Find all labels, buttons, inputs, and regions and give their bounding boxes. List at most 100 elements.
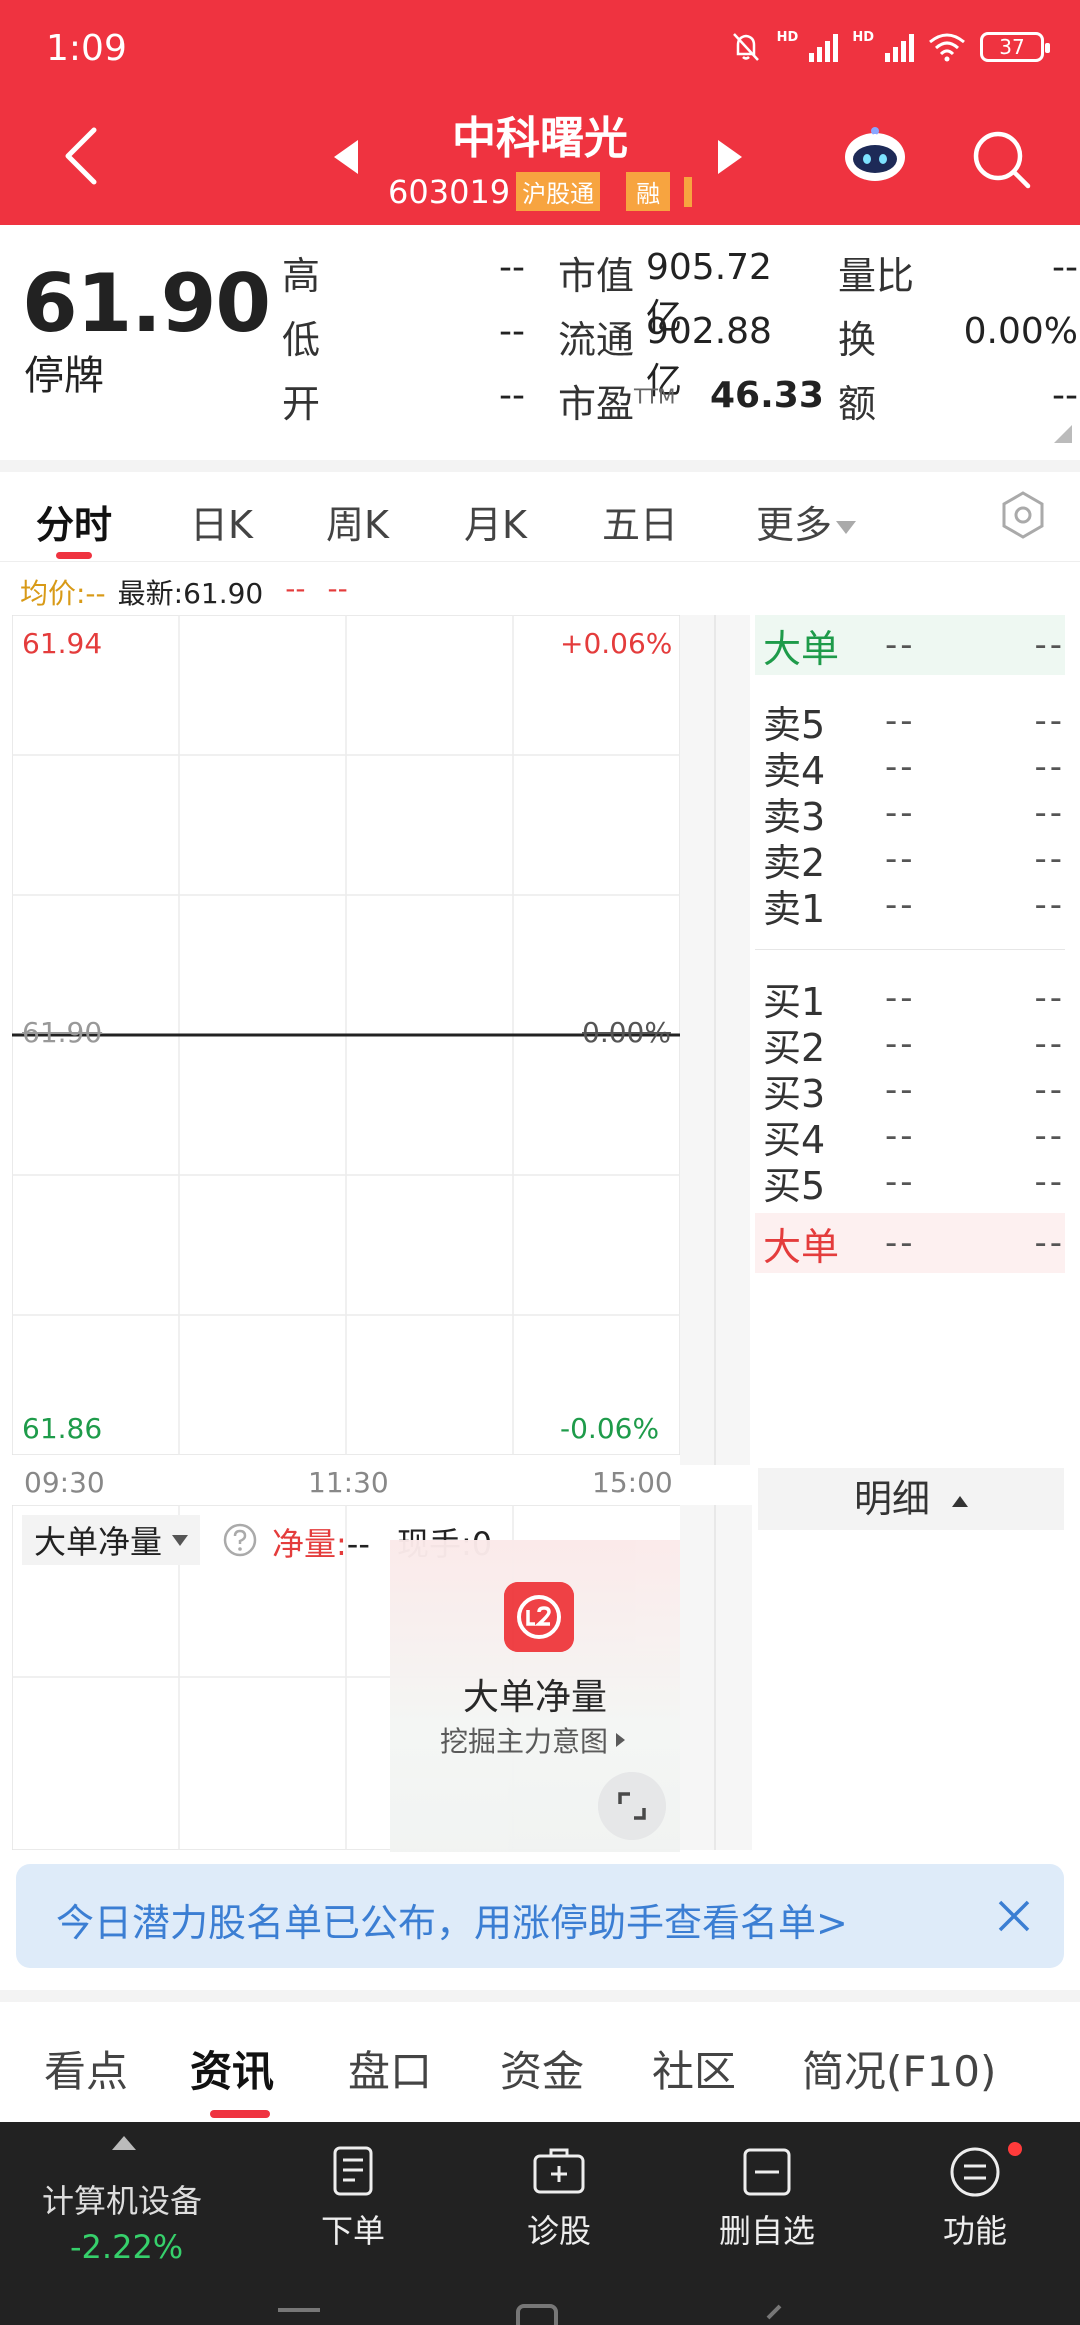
help-icon[interactable] xyxy=(222,1522,258,1558)
sector-name[interactable]: 计算机设备 xyxy=(42,2176,202,2222)
remove-watchlist-label: 删自选 xyxy=(718,2212,815,2250)
wifi-icon xyxy=(929,33,965,62)
pe-label-text: 市盈 xyxy=(558,382,635,426)
tab-community[interactable]: 社区 xyxy=(652,2038,736,2099)
indicator-selector[interactable]: 大单净量 xyxy=(22,1515,201,1565)
intraday-chart[interactable] xyxy=(12,615,680,1455)
sell-1-volume: -- xyxy=(1034,885,1065,925)
x-tick-close: 15:00 xyxy=(592,1466,673,1499)
quote-panel[interactable]: 61.90 停牌 高 -- 低 -- 开 -- 市值 905.72亿 流通 90… xyxy=(0,225,1080,460)
sell-5-price: -- xyxy=(885,701,916,741)
order-form-icon xyxy=(333,2146,373,2196)
trading-status: 停牌 xyxy=(24,353,104,399)
buy-1-volume: -- xyxy=(1034,978,1065,1018)
amount-label: 额 xyxy=(838,382,877,426)
buy-3-price: -- xyxy=(885,1070,916,1110)
status-time: 1:09 xyxy=(46,28,127,69)
menu-circle-icon xyxy=(950,2147,1000,2197)
expand-quote-icon[interactable] xyxy=(1054,425,1072,443)
tab-market-depth[interactable]: 盘口 xyxy=(348,2038,432,2099)
info-tabs: 看点 资讯 盘口 资金 社区 简况(F10) xyxy=(0,2002,1080,2122)
buy-1-price: -- xyxy=(885,978,916,1018)
order-label: 下单 xyxy=(320,2212,385,2250)
open-value: -- xyxy=(499,375,525,416)
robot-assistant-icon[interactable] xyxy=(842,126,908,184)
diagnose-button[interactable]: 诊股 xyxy=(494,2144,624,2252)
big-order-bottom-price: -- xyxy=(885,1223,916,1263)
tab-f10-profile[interactable]: 简况(F10) xyxy=(802,2038,996,2099)
y-tick-top: 61.94 xyxy=(22,627,103,660)
tab-monthly-k[interactable]: 月K xyxy=(464,494,527,549)
section-divider xyxy=(0,460,1080,472)
tab-weekly-k[interactable]: 周K xyxy=(326,494,389,549)
buy-3-volume: -- xyxy=(1034,1070,1065,1110)
promo-link-label: 挖掘主力意图 xyxy=(440,1725,609,1758)
high-value: -- xyxy=(499,247,525,288)
sell-1-label: 卖1 xyxy=(763,886,826,931)
change-value: -- xyxy=(285,572,306,605)
remove-watchlist-button[interactable]: 删自选 xyxy=(702,2144,832,2252)
tab-more-label: 更多 xyxy=(756,503,833,547)
buy-4-volume: -- xyxy=(1034,1116,1065,1156)
hgt-tag[interactable]: 沪股通 xyxy=(516,172,601,211)
last-price: 61.90 xyxy=(22,257,271,350)
search-icon[interactable] xyxy=(970,128,1032,190)
y-tick-mid: 61.90 xyxy=(22,1016,103,1049)
promo-link[interactable]: 挖掘主力意图 xyxy=(440,1720,626,1760)
big-order-price: -- xyxy=(885,625,916,665)
big-order-volume: -- xyxy=(1034,625,1065,665)
stock-code: 603019 xyxy=(388,172,511,211)
tab-daily-k[interactable]: 日K xyxy=(190,494,253,549)
turnover-value: 0.00% xyxy=(963,311,1078,352)
buy-4-price: -- xyxy=(885,1116,916,1156)
sell-4-volume: -- xyxy=(1034,747,1065,787)
pe-label: 市盈TTM xyxy=(558,373,675,428)
tab-more[interactable]: 更多 xyxy=(756,494,857,549)
pe-value: 46.33 xyxy=(710,375,824,416)
tab-fund-flow[interactable]: 资金 xyxy=(500,2038,584,2099)
tab-news[interactable]: 资讯 xyxy=(190,2038,274,2099)
average-price: 均价:-- xyxy=(20,577,106,610)
margin-tag[interactable]: 融 xyxy=(626,172,671,211)
y-pct-mid: 0.00% xyxy=(582,1016,671,1049)
buy-2-price: -- xyxy=(885,1024,916,1064)
market-cap-label: 市值 xyxy=(558,254,635,298)
big-order-bottom-label: 大单 xyxy=(763,1224,840,1269)
level2-promo-card[interactable]: 大单净量 挖掘主力意图 xyxy=(390,1540,680,1852)
change-percent: -- xyxy=(327,572,348,605)
stock-code-row: 603019 沪股通 融 xyxy=(388,172,693,211)
banner-text[interactable]: 今日潜力股名单已公布，用涨停助手查看名单> xyxy=(56,1892,848,1947)
tab-highlights[interactable]: 看点 xyxy=(44,2038,128,2099)
chevron-down-icon xyxy=(172,1534,189,1546)
next-stock-button[interactable] xyxy=(718,140,742,174)
float-cap-label: 流通 xyxy=(558,318,635,362)
system-nav-bar xyxy=(0,2290,1080,2325)
diagnose-kit-icon xyxy=(533,2148,585,2194)
sell-1-row: 卖1 -- -- xyxy=(755,875,1065,935)
trade-detail-button[interactable]: 明细 xyxy=(758,1468,1064,1530)
chevron-down-icon xyxy=(836,521,857,534)
promo-title: 大单净量 xyxy=(462,1677,607,1718)
sell-2-price: -- xyxy=(885,839,916,879)
notification-dot xyxy=(1008,2142,1022,2156)
sell-1-price: -- xyxy=(885,885,916,925)
hd-label: HD xyxy=(776,30,799,45)
functions-label: 功能 xyxy=(942,2212,1007,2250)
minus-square-icon xyxy=(743,2148,791,2196)
close-icon[interactable] xyxy=(996,1898,1032,1934)
big-order-bottom-volume: -- xyxy=(1034,1223,1065,1263)
tab-intraday[interactable]: 分时 xyxy=(36,494,112,549)
indicator-selector-label: 大单净量 xyxy=(34,1523,163,1561)
notice-banner[interactable]: 今日潜力股名单已公布，用涨停助手查看名单> xyxy=(16,1864,1064,1968)
settings-hexagon-icon[interactable] xyxy=(998,490,1048,540)
app-header: 1:09 HD HD 37 中科曙光 603019 沪股通 融 xyxy=(0,0,1080,225)
expand-icon[interactable] xyxy=(598,1772,666,1840)
order-button[interactable]: 下单 xyxy=(288,2144,418,2252)
chevron-up-icon[interactable] xyxy=(112,2136,136,2150)
trade-detail-label: 明细 xyxy=(853,1477,930,1521)
tab-five-day[interactable]: 五日 xyxy=(602,494,678,549)
functions-button[interactable]: 功能 xyxy=(910,2144,1040,2252)
buy-5-label: 买5 xyxy=(763,1163,826,1208)
turnover-label: 换 xyxy=(838,318,877,362)
buy-2-volume: -- xyxy=(1034,1024,1065,1064)
